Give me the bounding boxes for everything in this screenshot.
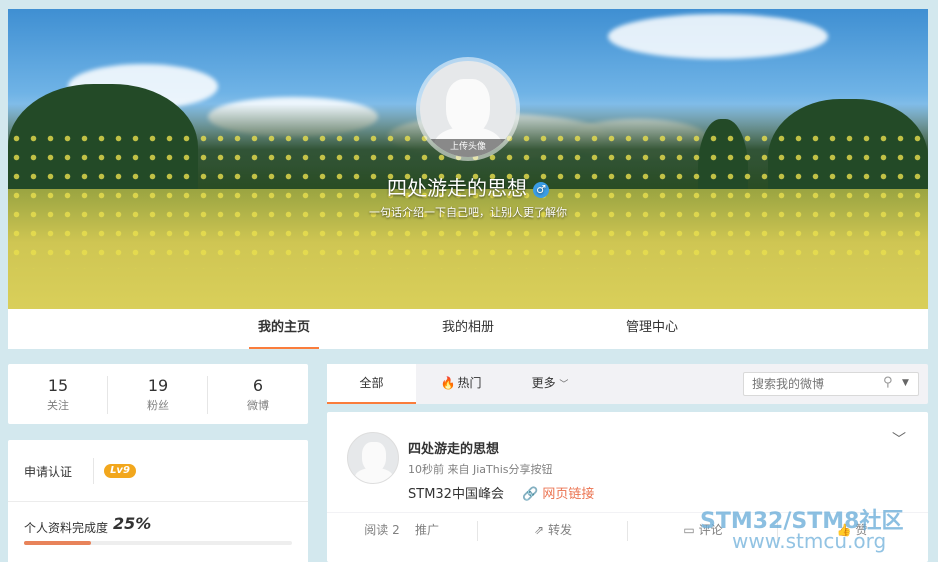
post-text: STM32中国峰会: [408, 487, 504, 502]
level-badge[interactable]: Lv9: [104, 464, 136, 478]
search-icon[interactable]: ⚲: [883, 376, 897, 390]
male-gender-icon: ♂: [533, 181, 549, 198]
tab-management-center[interactable]: 管理中心: [617, 309, 687, 349]
apply-verification-link[interactable]: 申请认证: [24, 463, 72, 480]
stat-following[interactable]: 15 关注: [8, 376, 108, 413]
upload-avatar-label[interactable]: 上传头像: [420, 139, 516, 157]
weibo-search-input[interactable]: [752, 376, 877, 392]
divider: [8, 501, 308, 502]
feed-tab-hot-label: 热门: [457, 376, 482, 390]
stats-card: 15 关注 19 粉丝 6 微博: [8, 364, 308, 424]
divider: [627, 521, 628, 541]
post-meta: 10秒前 来自 JiaThis分享按钮: [408, 463, 553, 476]
tab-my-album[interactable]: 我的相册: [433, 309, 503, 349]
comment-icon: ▭: [683, 523, 695, 537]
following-count: 15: [47, 376, 69, 395]
post-web-link[interactable]: 🔗 网页链接: [522, 483, 594, 502]
following-label: 关注: [47, 399, 69, 412]
chevron-down-icon: ﹀: [559, 380, 569, 390]
post-read-count: 阅读 2: [364, 523, 400, 537]
post-repost-label: 转发: [547, 523, 572, 537]
followers-label: 粉丝: [147, 399, 169, 412]
profile-completion-bar: [24, 541, 292, 545]
posts-label: 微博: [247, 399, 269, 412]
post-options-chevron-icon[interactable]: ﹀: [892, 429, 906, 449]
stat-followers[interactable]: 19 粉丝: [108, 376, 208, 413]
caret-down-icon[interactable]: ▼: [902, 377, 914, 389]
profile-completion-value: 25%: [113, 514, 152, 533]
avatar[interactable]: 上传头像: [420, 61, 516, 157]
avatar-ring: 上传头像: [416, 57, 520, 161]
post-web-link-label: 网页链接: [542, 487, 595, 502]
repost-icon: ⇗: [534, 523, 545, 537]
profile-intro[interactable]: 一句话介绍一下自己吧，让别人更了解你: [8, 204, 928, 220]
posts-count: 6: [252, 376, 264, 395]
post-author-name[interactable]: 四处游走的思想: [408, 438, 499, 457]
profile-nav-bar: 我的主页 我的相册 管理中心: [8, 309, 928, 349]
avatar-placeholder-body: [355, 468, 393, 483]
post-author-avatar[interactable]: [347, 432, 399, 484]
link-icon: 🔗: [522, 487, 539, 502]
profile-completion-fill: [24, 541, 91, 545]
profile-cover-banner: 上传头像 四处游走的思想 ♂ 一句话介绍一下自己吧，让别人更了解你: [8, 9, 928, 309]
feed-filter-bar: 全部 🔥热门 更多 ﹀ ⚲ ▼: [327, 364, 928, 404]
profile-name-row: 四处游走的思想 ♂: [8, 172, 928, 201]
watermark-url: www.stmcu.org: [732, 529, 887, 553]
stat-posts[interactable]: 6 微博: [208, 376, 308, 413]
profile-nickname: 四处游走的思想: [387, 176, 527, 200]
feed-tab-more[interactable]: 更多 ﹀: [525, 364, 575, 404]
profile-completion-label: 个人资料完成度: [24, 521, 109, 535]
tab-my-homepage[interactable]: 我的主页: [249, 309, 319, 349]
fire-icon: 🔥: [440, 376, 456, 390]
post-promote-button[interactable]: 推广: [407, 513, 447, 549]
feed-tab-hot[interactable]: 🔥 热门: [433, 364, 489, 404]
feed-tab-all[interactable]: 全部: [327, 364, 416, 404]
divider: [93, 458, 94, 484]
feed-tab-more-label: 更多: [531, 376, 556, 390]
weibo-search-box: ⚲ ▼: [743, 372, 919, 396]
cloud-decoration: [608, 14, 828, 59]
verification-card: 申请认证 Lv9 个人资料完成度 25%: [8, 440, 308, 562]
post-repost-button[interactable]: ⇗ 转发: [525, 513, 581, 549]
followers-count: 19: [147, 376, 169, 395]
divider: [477, 521, 478, 541]
